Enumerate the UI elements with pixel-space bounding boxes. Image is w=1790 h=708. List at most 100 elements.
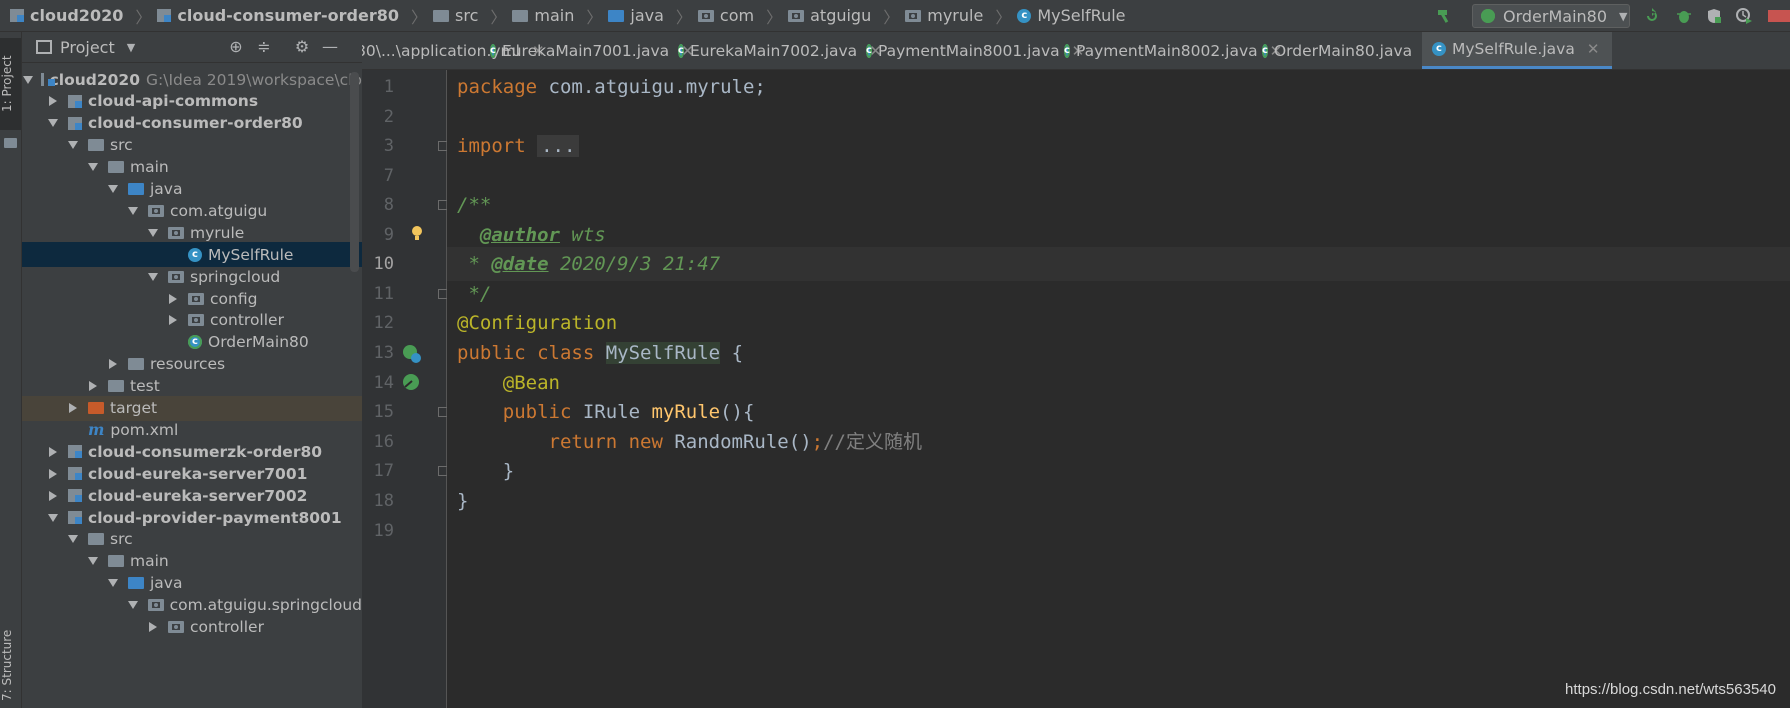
- chevron-right-icon[interactable]: [49, 490, 57, 501]
- editor-tab-label: MySelfRule.java: [1452, 40, 1575, 58]
- chevron-right-icon[interactable]: [69, 403, 77, 413]
- chevron-down-icon[interactable]: [127, 601, 138, 610]
- chevron-down-icon[interactable]: [68, 141, 78, 150]
- hide-panel-icon[interactable]: —: [322, 39, 338, 55]
- chevron-right-icon[interactable]: [49, 468, 57, 479]
- breadcrumb-item[interactable]: atguigu: [810, 6, 871, 25]
- runnable-class-icon: c: [866, 43, 872, 58]
- folded-imports[interactable]: ...: [537, 135, 580, 157]
- spring-bean-method-icon[interactable]: [402, 373, 422, 393]
- tree-node-label: java: [150, 574, 183, 593]
- editor-tab[interactable]: 80\...\application.yml ✕: [362, 32, 545, 69]
- chevron-down-icon[interactable]: [108, 185, 118, 193]
- module-icon: [68, 94, 82, 108]
- chevron-down-icon[interactable]: [88, 557, 98, 566]
- editor-gutter: 1 2 3 7 8 9 10 11 12 13 14 15 16 17 18 19: [362, 70, 448, 708]
- breadcrumb-item[interactable]: com: [720, 6, 754, 25]
- package-icon: [188, 314, 204, 327]
- breadcrumb-item[interactable]: java: [630, 6, 664, 25]
- package-icon: [188, 292, 204, 305]
- package-icon: [147, 599, 164, 612]
- editor-tab[interactable]: c PaymentMain8002.java ✕: [1054, 32, 1282, 69]
- debug-icon[interactable]: [1676, 8, 1692, 24]
- chevron-down-icon[interactable]: [148, 272, 158, 281]
- project-panel-title: Project: [60, 37, 115, 57]
- rerun-icon[interactable]: [1644, 8, 1660, 24]
- close-icon[interactable]: ✕: [1587, 40, 1600, 58]
- module-icon: [68, 467, 82, 481]
- chevron-down-icon[interactable]: [48, 513, 58, 522]
- structure-tool-tab[interactable]: 7: Structure: [0, 622, 21, 708]
- editor-tab[interactable]: c PaymentMain8001.java ✕: [856, 32, 1084, 69]
- chevron-right-icon[interactable]: [49, 96, 57, 107]
- editor-tab[interactable]: c EurekaMain7001.java ✕: [480, 32, 694, 69]
- runnable-class-icon: c: [678, 43, 684, 58]
- project-panel-header: Project ▼ ⊕ ≑ ⚙ —: [22, 32, 362, 63]
- spring-bean-icon[interactable]: [402, 344, 422, 364]
- editor-tab[interactable]: cOrderMain80.java✕: [1252, 32, 1437, 69]
- chevron-right-icon[interactable]: [169, 315, 177, 326]
- tree-node-label: cloud-api-commons: [88, 92, 259, 111]
- editor-tab-label: PaymentMain8002.java: [1075, 41, 1258, 60]
- code-line: public IRule myRule(){: [457, 401, 755, 423]
- hammer-build-icon[interactable]: [1436, 8, 1452, 24]
- line-number: 14: [373, 373, 394, 393]
- line-number: 9: [383, 225, 394, 245]
- chevron-right-icon[interactable]: [109, 359, 117, 370]
- profile-icon[interactable]: [1736, 8, 1752, 24]
- tree-node-label: com.atguigu: [170, 201, 268, 220]
- code-line: public class MySelfRule {: [457, 342, 744, 364]
- chevron-down-icon[interactable]: [88, 163, 98, 172]
- breadcrumb: cloud2020 〉 cloud-consumer-order80 〉 src…: [10, 4, 1126, 28]
- code-line: import ...: [447, 129, 1790, 163]
- chevron-right-icon[interactable]: [149, 622, 157, 632]
- editor-tab[interactable]: c EurekaMain7002.java ✕: [668, 32, 882, 69]
- run-config-label: OrderMain80: [1503, 6, 1608, 26]
- lightbulb-icon[interactable]: [410, 224, 430, 244]
- class-icon: c: [1017, 8, 1032, 23]
- collapse-all-icon[interactable]: ≑: [256, 39, 272, 55]
- folder-icon: [512, 9, 529, 22]
- chevron-right-icon[interactable]: [89, 381, 97, 392]
- folder-icon: [88, 139, 104, 152]
- project-tool-tab[interactable]: 1: Project: [0, 38, 21, 130]
- module-icon: [10, 9, 24, 22]
- chevron-down-icon[interactable]: [148, 228, 158, 237]
- tree-node-label: com.atguigu.springcloud: [169, 596, 362, 615]
- package-icon: [905, 9, 922, 22]
- watermark: https://blog.csdn.net/wts563540: [1565, 681, 1776, 698]
- breadcrumb-item[interactable]: cloud-consumer-order80: [177, 6, 399, 25]
- chevron-down-icon[interactable]: [48, 119, 58, 128]
- tree-scrollbar[interactable]: [350, 72, 359, 272]
- tree-node-label: src: [110, 530, 133, 549]
- tree-node-label: cloud-consumerzk-order80: [88, 442, 323, 461]
- run-config-dropdown[interactable]: OrderMain80 ▼: [1472, 4, 1630, 28]
- chevron-down-icon[interactable]: [68, 535, 78, 544]
- code-editor[interactable]: package com.atguigu.myrule; import ... /…: [447, 70, 1790, 708]
- coverage-icon[interactable]: [1706, 8, 1722, 24]
- editor-tab[interactable]: c MySelfRule.java ✕: [1422, 32, 1612, 69]
- breadcrumb-item[interactable]: cloud2020: [30, 6, 123, 25]
- gear-icon[interactable]: ⚙: [294, 39, 310, 55]
- breadcrumb-item[interactable]: MySelfRule: [1037, 6, 1125, 25]
- chevron-right-icon: 〉: [410, 7, 427, 27]
- chevron-down-icon[interactable]: [128, 206, 138, 215]
- chevron-right-icon[interactable]: [49, 446, 57, 457]
- module-icon: [68, 445, 82, 459]
- chevron-right-icon[interactable]: [169, 293, 177, 304]
- tree-node[interactable]: controller: [22, 615, 362, 640]
- chevron-down-icon[interactable]: [108, 579, 118, 588]
- code-line: }: [457, 460, 515, 482]
- project-view-selector[interactable]: Project ▼: [36, 38, 135, 57]
- chevron-down-icon[interactable]: [22, 75, 33, 84]
- breadcrumb-item[interactable]: src: [455, 6, 478, 25]
- left-tool-strip: 1: Project 7: Structure: [0, 32, 22, 708]
- breadcrumb-item[interactable]: main: [534, 6, 574, 25]
- stop-icon[interactable]: [1768, 10, 1790, 22]
- chevron-right-icon: 〉: [135, 7, 152, 27]
- locate-file-icon[interactable]: ⊕: [228, 39, 244, 55]
- code-line: /**: [457, 194, 492, 216]
- editor-tab-label: EurekaMain7001.java: [501, 41, 670, 60]
- tree-node-label: resources: [150, 355, 226, 374]
- breadcrumb-item[interactable]: myrule: [927, 6, 983, 25]
